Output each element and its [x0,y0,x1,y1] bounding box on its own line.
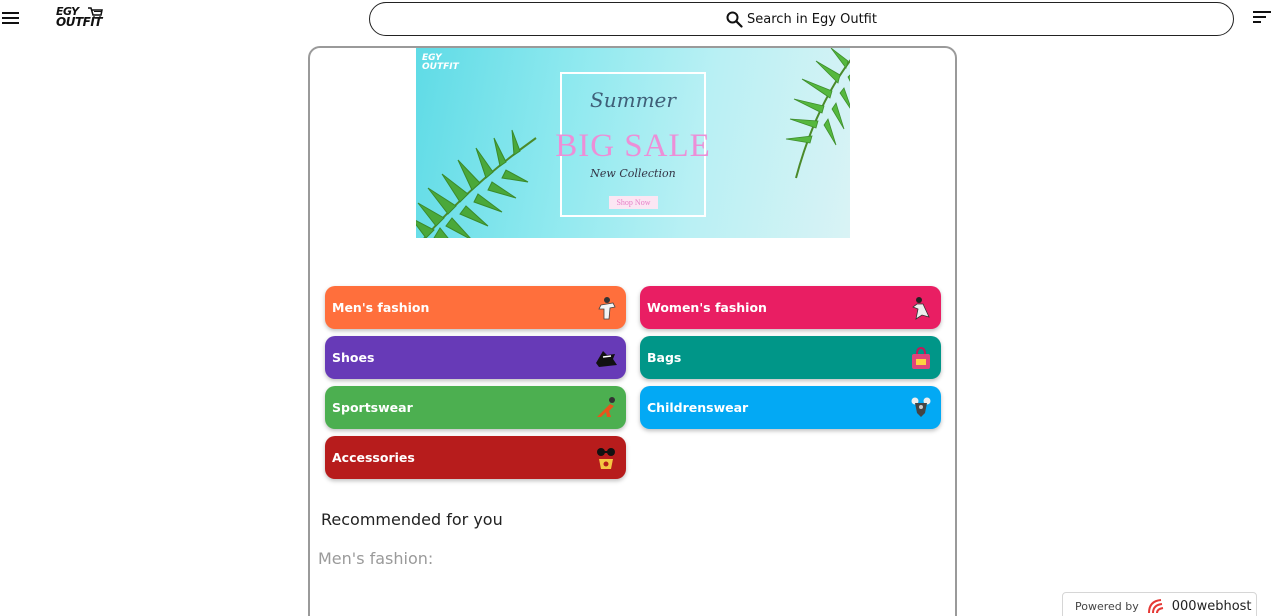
shoe-icon [592,344,620,372]
child-outfit-icon [907,394,935,422]
category-label: Accessories [332,450,415,465]
category-label: Sportswear [332,400,413,415]
category-label: Childrenswear [647,400,749,415]
category-accessories[interactable]: Accessories [325,436,626,479]
hamburger-menu-icon[interactable] [2,9,20,27]
recommended-subtitle: Men's fashion: [318,549,434,568]
site-logo[interactable]: EGY OUTFIT [56,6,104,30]
woman-dress-icon [907,294,935,322]
search-icon [726,11,743,28]
search-placeholder: Search in Egy Outfit [747,11,877,27]
promo-banner[interactable]: EGY OUTFIT Summer BIG SALE New Collectio… [416,48,850,238]
search-input[interactable]: Search in Egy Outfit [369,2,1234,36]
powered-by-brand: 000webhost [1171,598,1252,614]
shopping-bag-icon [907,344,935,372]
category-mens-fashion[interactable]: Men's fashion [325,286,626,329]
category-childrenswear[interactable]: Childrenswear [640,386,941,429]
shop-now-button[interactable]: Shop Now [609,196,658,209]
sunglasses-icon [592,444,620,472]
category-bags[interactable]: Bags [640,336,941,379]
category-womens-fashion[interactable]: Women's fashion [640,286,941,329]
category-label: Men's fashion [332,300,430,315]
000webhost-logo-icon [1147,599,1163,614]
category-shoes[interactable]: Shoes [325,336,626,379]
category-sportswear[interactable]: Sportswear [325,386,626,429]
man-shirt-icon [592,294,620,322]
banner-logo: EGY OUTFIT [422,54,459,72]
powered-by-badge[interactable]: Powered by 000webhost [1062,592,1257,616]
banner-collection-text: New Collection [590,167,676,180]
category-label: Women's fashion [647,300,767,315]
cart-icon [88,7,103,19]
powered-by-text: Powered by [1075,599,1139,613]
recommended-title: Recommended for you [321,510,503,529]
banner-sale-text: BIG SALE [555,128,711,164]
main-card: EGY OUTFIT Summer BIG SALE New Collectio… [308,46,957,616]
banner-logo-line2: OUTFIT [422,62,459,72]
sports-icon [592,394,620,422]
banner-summer-text: Summer [590,88,676,112]
category-label: Bags [647,350,682,365]
sort-filter-icon[interactable] [1253,11,1271,25]
category-label: Shoes [332,350,375,365]
